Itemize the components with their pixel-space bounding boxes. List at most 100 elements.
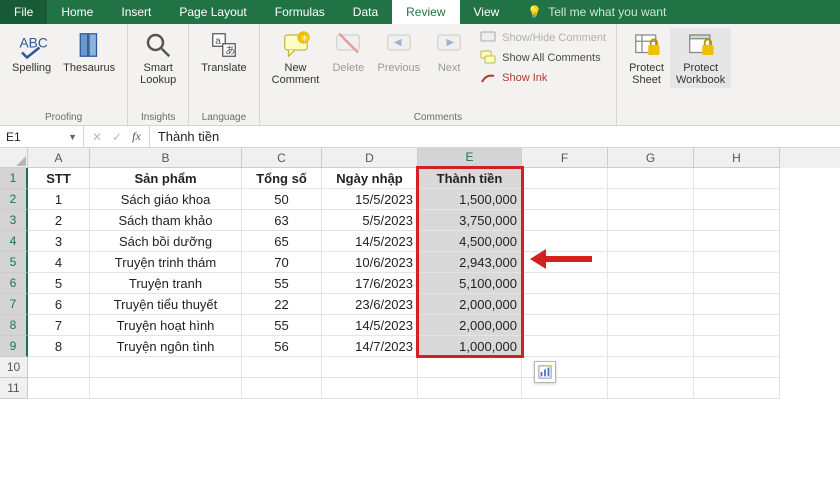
cell[interactable] bbox=[608, 168, 694, 189]
cell[interactable]: 2,943,000 bbox=[418, 252, 522, 273]
cell[interactable] bbox=[608, 189, 694, 210]
col-header-A[interactable]: A bbox=[28, 148, 90, 168]
cell[interactable] bbox=[28, 378, 90, 399]
cell[interactable] bbox=[608, 231, 694, 252]
cell[interactable] bbox=[242, 357, 322, 378]
cell[interactable] bbox=[694, 231, 780, 252]
col-header-B[interactable]: B bbox=[90, 148, 242, 168]
cell[interactable] bbox=[608, 315, 694, 336]
cell[interactable]: Truyện tranh bbox=[90, 273, 242, 294]
row-header[interactable]: 8 bbox=[0, 315, 28, 336]
row-header[interactable]: 4 bbox=[0, 231, 28, 252]
cell[interactable]: 10/6/2023 bbox=[322, 252, 418, 273]
cell[interactable] bbox=[522, 273, 608, 294]
cell[interactable]: 2,000,000 bbox=[418, 315, 522, 336]
translate-button[interactable]: aあ Translate bbox=[195, 28, 252, 76]
cell[interactable] bbox=[90, 357, 242, 378]
cell[interactable] bbox=[608, 357, 694, 378]
fx-icon[interactable]: fx bbox=[132, 129, 141, 144]
spelling-button[interactable]: ABC Spelling bbox=[6, 28, 57, 76]
cell[interactable]: Thành tiền bbox=[418, 168, 522, 189]
cell[interactable]: 2 bbox=[28, 210, 90, 231]
cell[interactable]: 14/5/2023 bbox=[322, 315, 418, 336]
cell[interactable]: 4 bbox=[28, 252, 90, 273]
show-all-comments-button[interactable]: Show All Comments bbox=[480, 50, 606, 66]
cell[interactable] bbox=[242, 378, 322, 399]
cell[interactable] bbox=[694, 273, 780, 294]
tab-formulas[interactable]: Formulas bbox=[261, 0, 339, 24]
thesaurus-button[interactable]: Thesaurus bbox=[57, 28, 121, 76]
cell[interactable]: 65 bbox=[242, 231, 322, 252]
protect-workbook-button[interactable]: Protect Workbook bbox=[670, 28, 731, 88]
cell[interactable]: 6 bbox=[28, 294, 90, 315]
row-header[interactable]: 1 bbox=[0, 168, 28, 189]
cell[interactable]: 7 bbox=[28, 315, 90, 336]
row-header[interactable]: 2 bbox=[0, 189, 28, 210]
cell[interactable] bbox=[522, 189, 608, 210]
cell[interactable] bbox=[608, 273, 694, 294]
tell-me[interactable]: 💡Tell me what you want bbox=[513, 0, 680, 24]
cell[interactable]: 1,000,000 bbox=[418, 336, 522, 357]
cell[interactable]: 5 bbox=[28, 273, 90, 294]
cell[interactable]: Truyện ngôn tình bbox=[90, 336, 242, 357]
cell[interactable] bbox=[322, 378, 418, 399]
cell[interactable]: STT bbox=[28, 168, 90, 189]
cell[interactable] bbox=[694, 336, 780, 357]
chevron-down-icon[interactable]: ▼ bbox=[68, 132, 77, 142]
cell[interactable]: 22 bbox=[242, 294, 322, 315]
cell[interactable]: 70 bbox=[242, 252, 322, 273]
cell[interactable]: 3 bbox=[28, 231, 90, 252]
tab-data[interactable]: Data bbox=[339, 0, 392, 24]
cell[interactable]: 1 bbox=[28, 189, 90, 210]
cell[interactable] bbox=[322, 357, 418, 378]
cell[interactable]: 5,100,000 bbox=[418, 273, 522, 294]
cell[interactable] bbox=[694, 357, 780, 378]
col-header-F[interactable]: F bbox=[522, 148, 608, 168]
col-header-E[interactable]: E bbox=[418, 148, 522, 168]
cell[interactable]: 1,500,000 bbox=[418, 189, 522, 210]
cell[interactable]: 63 bbox=[242, 210, 322, 231]
cell[interactable]: 55 bbox=[242, 315, 322, 336]
name-box[interactable]: E1 ▼ bbox=[0, 126, 84, 147]
cell[interactable] bbox=[608, 210, 694, 231]
row-header[interactable]: 6 bbox=[0, 273, 28, 294]
row-header[interactable]: 3 bbox=[0, 210, 28, 231]
cell[interactable]: Truyện tiểu thuyết bbox=[90, 294, 242, 315]
tab-file[interactable]: File bbox=[0, 0, 47, 24]
cell[interactable]: Truyện hoạt hình bbox=[90, 315, 242, 336]
cell[interactable]: Truyện trinh thám bbox=[90, 252, 242, 273]
row-header[interactable]: 5 bbox=[0, 252, 28, 273]
cell[interactable] bbox=[418, 357, 522, 378]
cell[interactable]: 2,000,000 bbox=[418, 294, 522, 315]
cell[interactable]: 55 bbox=[242, 273, 322, 294]
cell[interactable] bbox=[608, 252, 694, 273]
cell[interactable] bbox=[694, 210, 780, 231]
cell[interactable]: Ngày nhập bbox=[322, 168, 418, 189]
col-header-G[interactable]: G bbox=[608, 148, 694, 168]
cell[interactable]: 14/7/2023 bbox=[322, 336, 418, 357]
cell[interactable]: 15/5/2023 bbox=[322, 189, 418, 210]
quick-analysis-icon[interactable] bbox=[534, 361, 556, 383]
cell[interactable] bbox=[608, 294, 694, 315]
cell[interactable] bbox=[694, 252, 780, 273]
cell[interactable]: 56 bbox=[242, 336, 322, 357]
cell[interactable] bbox=[694, 189, 780, 210]
cell[interactable]: 5/5/2023 bbox=[322, 210, 418, 231]
cell[interactable]: Sách bồi dưỡng bbox=[90, 231, 242, 252]
cell[interactable]: 50 bbox=[242, 189, 322, 210]
cell[interactable]: 8 bbox=[28, 336, 90, 357]
select-all-corner[interactable] bbox=[0, 148, 28, 168]
cell[interactable]: Tổng số bbox=[242, 168, 322, 189]
row-header[interactable]: 10 bbox=[0, 357, 28, 378]
cell[interactable] bbox=[694, 168, 780, 189]
cell[interactable] bbox=[694, 378, 780, 399]
cell[interactable]: 4,500,000 bbox=[418, 231, 522, 252]
tab-page-layout[interactable]: Page Layout bbox=[165, 0, 260, 24]
cell[interactable] bbox=[90, 378, 242, 399]
spreadsheet-grid[interactable]: A B C D E F G H 1 STT Sản phẩm Tổng số N… bbox=[0, 148, 840, 399]
cell[interactable] bbox=[522, 294, 608, 315]
tab-insert[interactable]: Insert bbox=[107, 0, 165, 24]
protect-sheet-button[interactable]: Protect Sheet bbox=[623, 28, 670, 88]
tab-review[interactable]: Review bbox=[392, 0, 459, 24]
new-comment-button[interactable]: ✳ New Comment bbox=[266, 28, 326, 88]
